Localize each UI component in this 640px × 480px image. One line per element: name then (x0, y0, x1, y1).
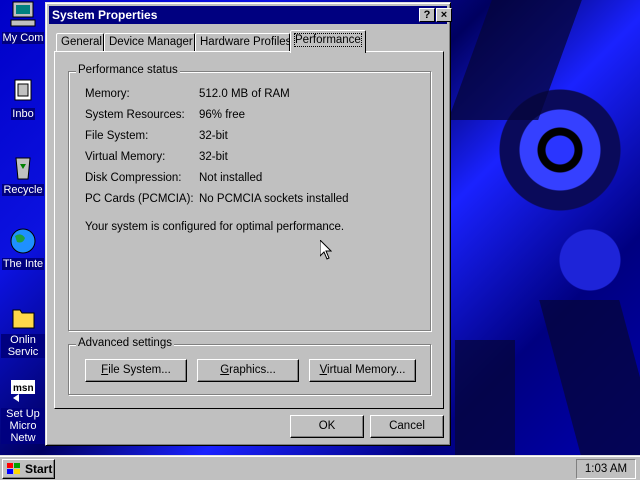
file-system-button[interactable]: File System... (85, 359, 187, 382)
status-row-file-system: File System: 32-bit (85, 130, 228, 142)
close-icon: × (440, 9, 448, 21)
recycle-bin-icon (15, 157, 31, 180)
graphics-button[interactable]: Graphics... (197, 359, 299, 382)
window-titlebar[interactable]: System Properties ? × (49, 6, 452, 24)
msn-logo-text: msn (13, 383, 34, 394)
performance-status-legend: Performance status (76, 64, 180, 76)
windows-logo-icon (7, 463, 20, 474)
cancel-button[interactable]: Cancel (370, 415, 444, 438)
performance-status-group: Performance status Memory: 512.0 MB of RA… (68, 64, 431, 331)
desktop-icon-the-internet[interactable]: The Inte (0, 226, 46, 270)
tab-hardware-profiles[interactable]: Hardware Profiles (195, 33, 291, 52)
status-row-pc-cards: PC Cards (PCMCIA): No PCMCIA sockets inst… (85, 193, 349, 205)
system-properties-window: System Properties ? × General Device Man… (45, 2, 452, 446)
status-row-virtual-memory: Virtual Memory: 32-bit (85, 151, 228, 163)
status-row-system-resources: System Resources: 96% free (85, 109, 246, 121)
ok-button[interactable]: OK (290, 415, 364, 438)
desktop-icon-setup-msn[interactable]: msn Set Up Micro Netw (0, 376, 46, 444)
msn-icon: msn (11, 380, 35, 402)
desktop-icon-online-services[interactable]: Onlin Servic (0, 302, 46, 358)
start-button[interactable]: Start (2, 459, 55, 479)
help-button[interactable]: ? (419, 8, 435, 22)
tab-device-manager[interactable]: Device Manager (104, 33, 195, 52)
close-button[interactable]: × (436, 8, 452, 22)
desktop-icon-inbox[interactable]: Inbo (0, 76, 46, 120)
system-tray-clock[interactable]: 1:03 AM (576, 459, 636, 479)
help-icon: ? (423, 9, 431, 21)
virtual-memory-button[interactable]: Virtual Memory... (309, 359, 416, 382)
tab-performance[interactable]: Performance (290, 30, 366, 53)
advanced-settings-group: Advanced settings File System... Graphic… (68, 337, 431, 395)
window-title: System Properties (52, 8, 158, 22)
advanced-settings-legend: Advanced settings (76, 337, 174, 349)
globe-icon (10, 228, 36, 254)
desktop-icon-recycle-bin[interactable]: Recycle (0, 152, 46, 196)
folder-icon (12, 309, 35, 329)
status-row-memory: Memory: 512.0 MB of RAM (85, 88, 290, 100)
status-row-disk-compression: Disk Compression: Not installed (85, 172, 263, 184)
tab-general[interactable]: General (56, 33, 104, 52)
status-message: Your system is configured for optimal pe… (85, 221, 345, 233)
inbox-icon (14, 79, 32, 101)
desktop-icon-my-computer[interactable]: My Com (0, 0, 46, 44)
performance-panel: Performance status Memory: 512.0 MB of RA… (54, 51, 444, 409)
computer-icon (10, 1, 36, 27)
taskbar: Start 1:03 AM (0, 455, 640, 480)
